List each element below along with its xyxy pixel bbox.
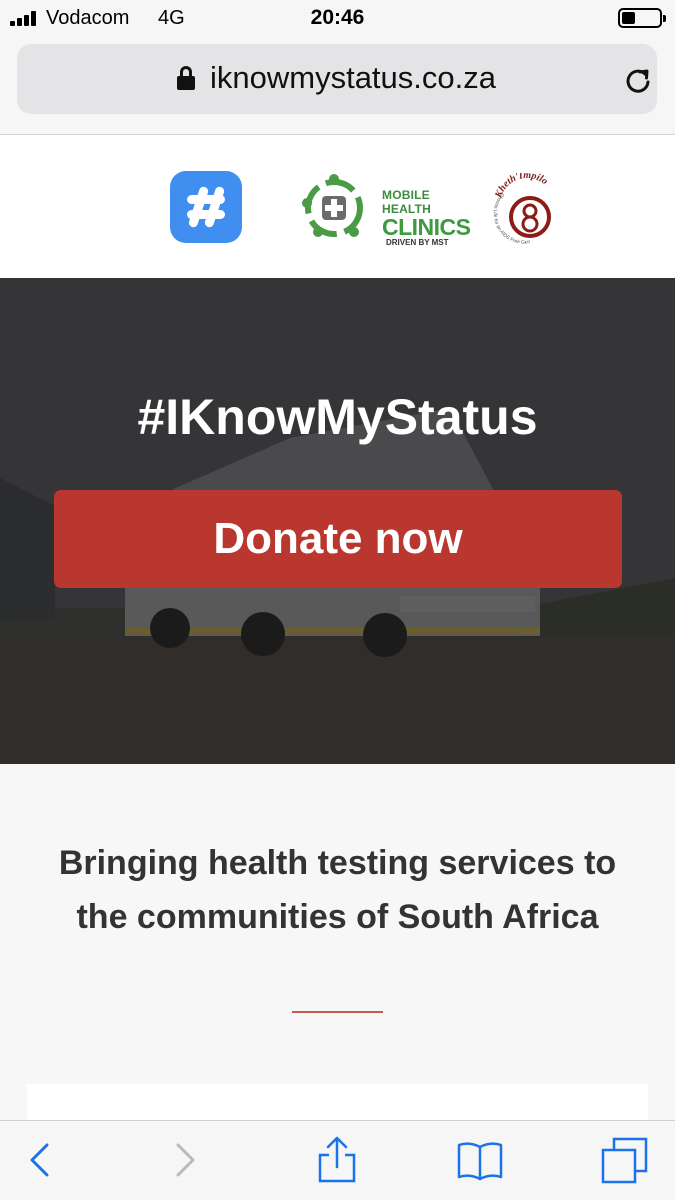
mobile-health-clinics-logo[interactable]: MOBILE HEALTH CLINICS DRIVEN BY MST — [294, 168, 471, 247]
status-time: 20:46 — [310, 6, 365, 29]
reload-icon[interactable] — [623, 66, 653, 96]
status-bar: Vodacom 4G 20:46 — [0, 0, 675, 38]
partner-logos: MOBILE HEALTH CLINICS DRIVEN BY MST Khet… — [0, 135, 675, 278]
mhc-line2: CLINICS — [382, 214, 471, 240]
hero-banner: #IKnowMyStatus Donate now — [0, 278, 675, 764]
tabs-icon[interactable] — [600, 1135, 650, 1185]
khethimpilo-logo[interactable]: Kheth'Impilo Choose Life for an AIDS Fre… — [489, 169, 564, 247]
forward-icon[interactable] — [158, 1135, 208, 1185]
browser-toolbar — [0, 1120, 675, 1200]
intro-tagline: Bringing health testing services to the … — [58, 844, 617, 936]
donate-now-button[interactable]: Donate now — [54, 490, 622, 588]
lock-icon — [177, 66, 195, 90]
hero-heading: #IKnowMyStatus — [137, 389, 538, 445]
section-divider — [292, 1011, 383, 1013]
back-icon[interactable] — [14, 1135, 64, 1185]
address-bar[interactable]: iknowmystatus.co.za — [17, 44, 657, 114]
hashtag-app-logo[interactable] — [170, 171, 242, 243]
intro-section: Bringing health testing services to the … — [0, 764, 675, 1124]
battery-icon — [618, 8, 666, 28]
share-icon[interactable] — [312, 1135, 362, 1185]
mhc-line1: MOBILE HEALTH — [382, 188, 431, 216]
url-text: iknowmystatus.co.za — [210, 60, 496, 95]
browser-address-area: iknowmystatus.co.za — [0, 38, 675, 135]
bookmarks-icon[interactable] — [455, 1135, 505, 1185]
content-card — [27, 1084, 648, 1124]
